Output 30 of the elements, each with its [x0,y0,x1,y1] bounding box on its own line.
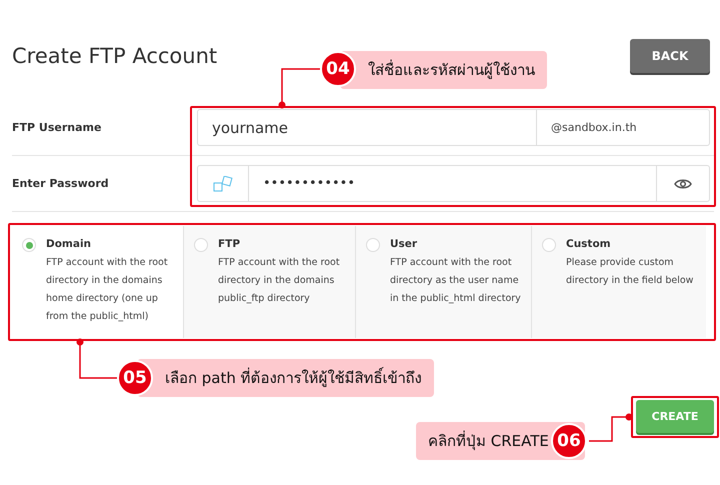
step-number: 04 [320,51,356,87]
option-description: FTP account with the root directory as the user name in the public_html directory [390,256,521,306]
option-title: FTP [218,238,242,250]
directory-option[interactable]: Custom Please provide custom directory in the field below [531,226,706,338]
field-label: Enter Password [12,177,110,190]
radio-button[interactable] [366,238,380,252]
option-title: Custom [566,238,612,250]
domain-suffix: @sandbox.in.th [550,120,638,136]
option-description: Please provide custom directory in the field below [566,256,694,288]
leader-line [76,338,117,379]
option-description: FTP account with the root directory in the domains home directory (one up from the public_html) [46,256,169,324]
back-button[interactable]: BACK [630,38,710,72]
eye-icon [674,178,692,190]
username-field[interactable]: yourname @sandbox.in.th [197,109,710,146]
password-field[interactable]: •••••••••••• [197,165,710,202]
option-title: Domain [46,238,92,250]
dice-icon[interactable] [213,176,233,192]
page-title: Create FTP Account [12,44,218,68]
leader-line [589,414,632,442]
directory-option[interactable]: FTP FTP account with the root directory in the domains public_ftp directory [183,226,355,338]
step-number: 05 [117,360,153,396]
radio-button[interactable] [194,238,208,252]
option-title: User [390,238,418,250]
radio-button[interactable] [542,238,556,252]
radio-dot [26,242,32,248]
option-description: FTP account with the root directory in the domains public_ftp directory [218,256,341,306]
radio-button[interactable] [22,238,36,252]
directory-option[interactable]: User FTP account with the root directory as the user name in the public_html directory [355,226,531,338]
field-label: FTP Username [12,121,102,134]
leader-line [278,68,320,108]
